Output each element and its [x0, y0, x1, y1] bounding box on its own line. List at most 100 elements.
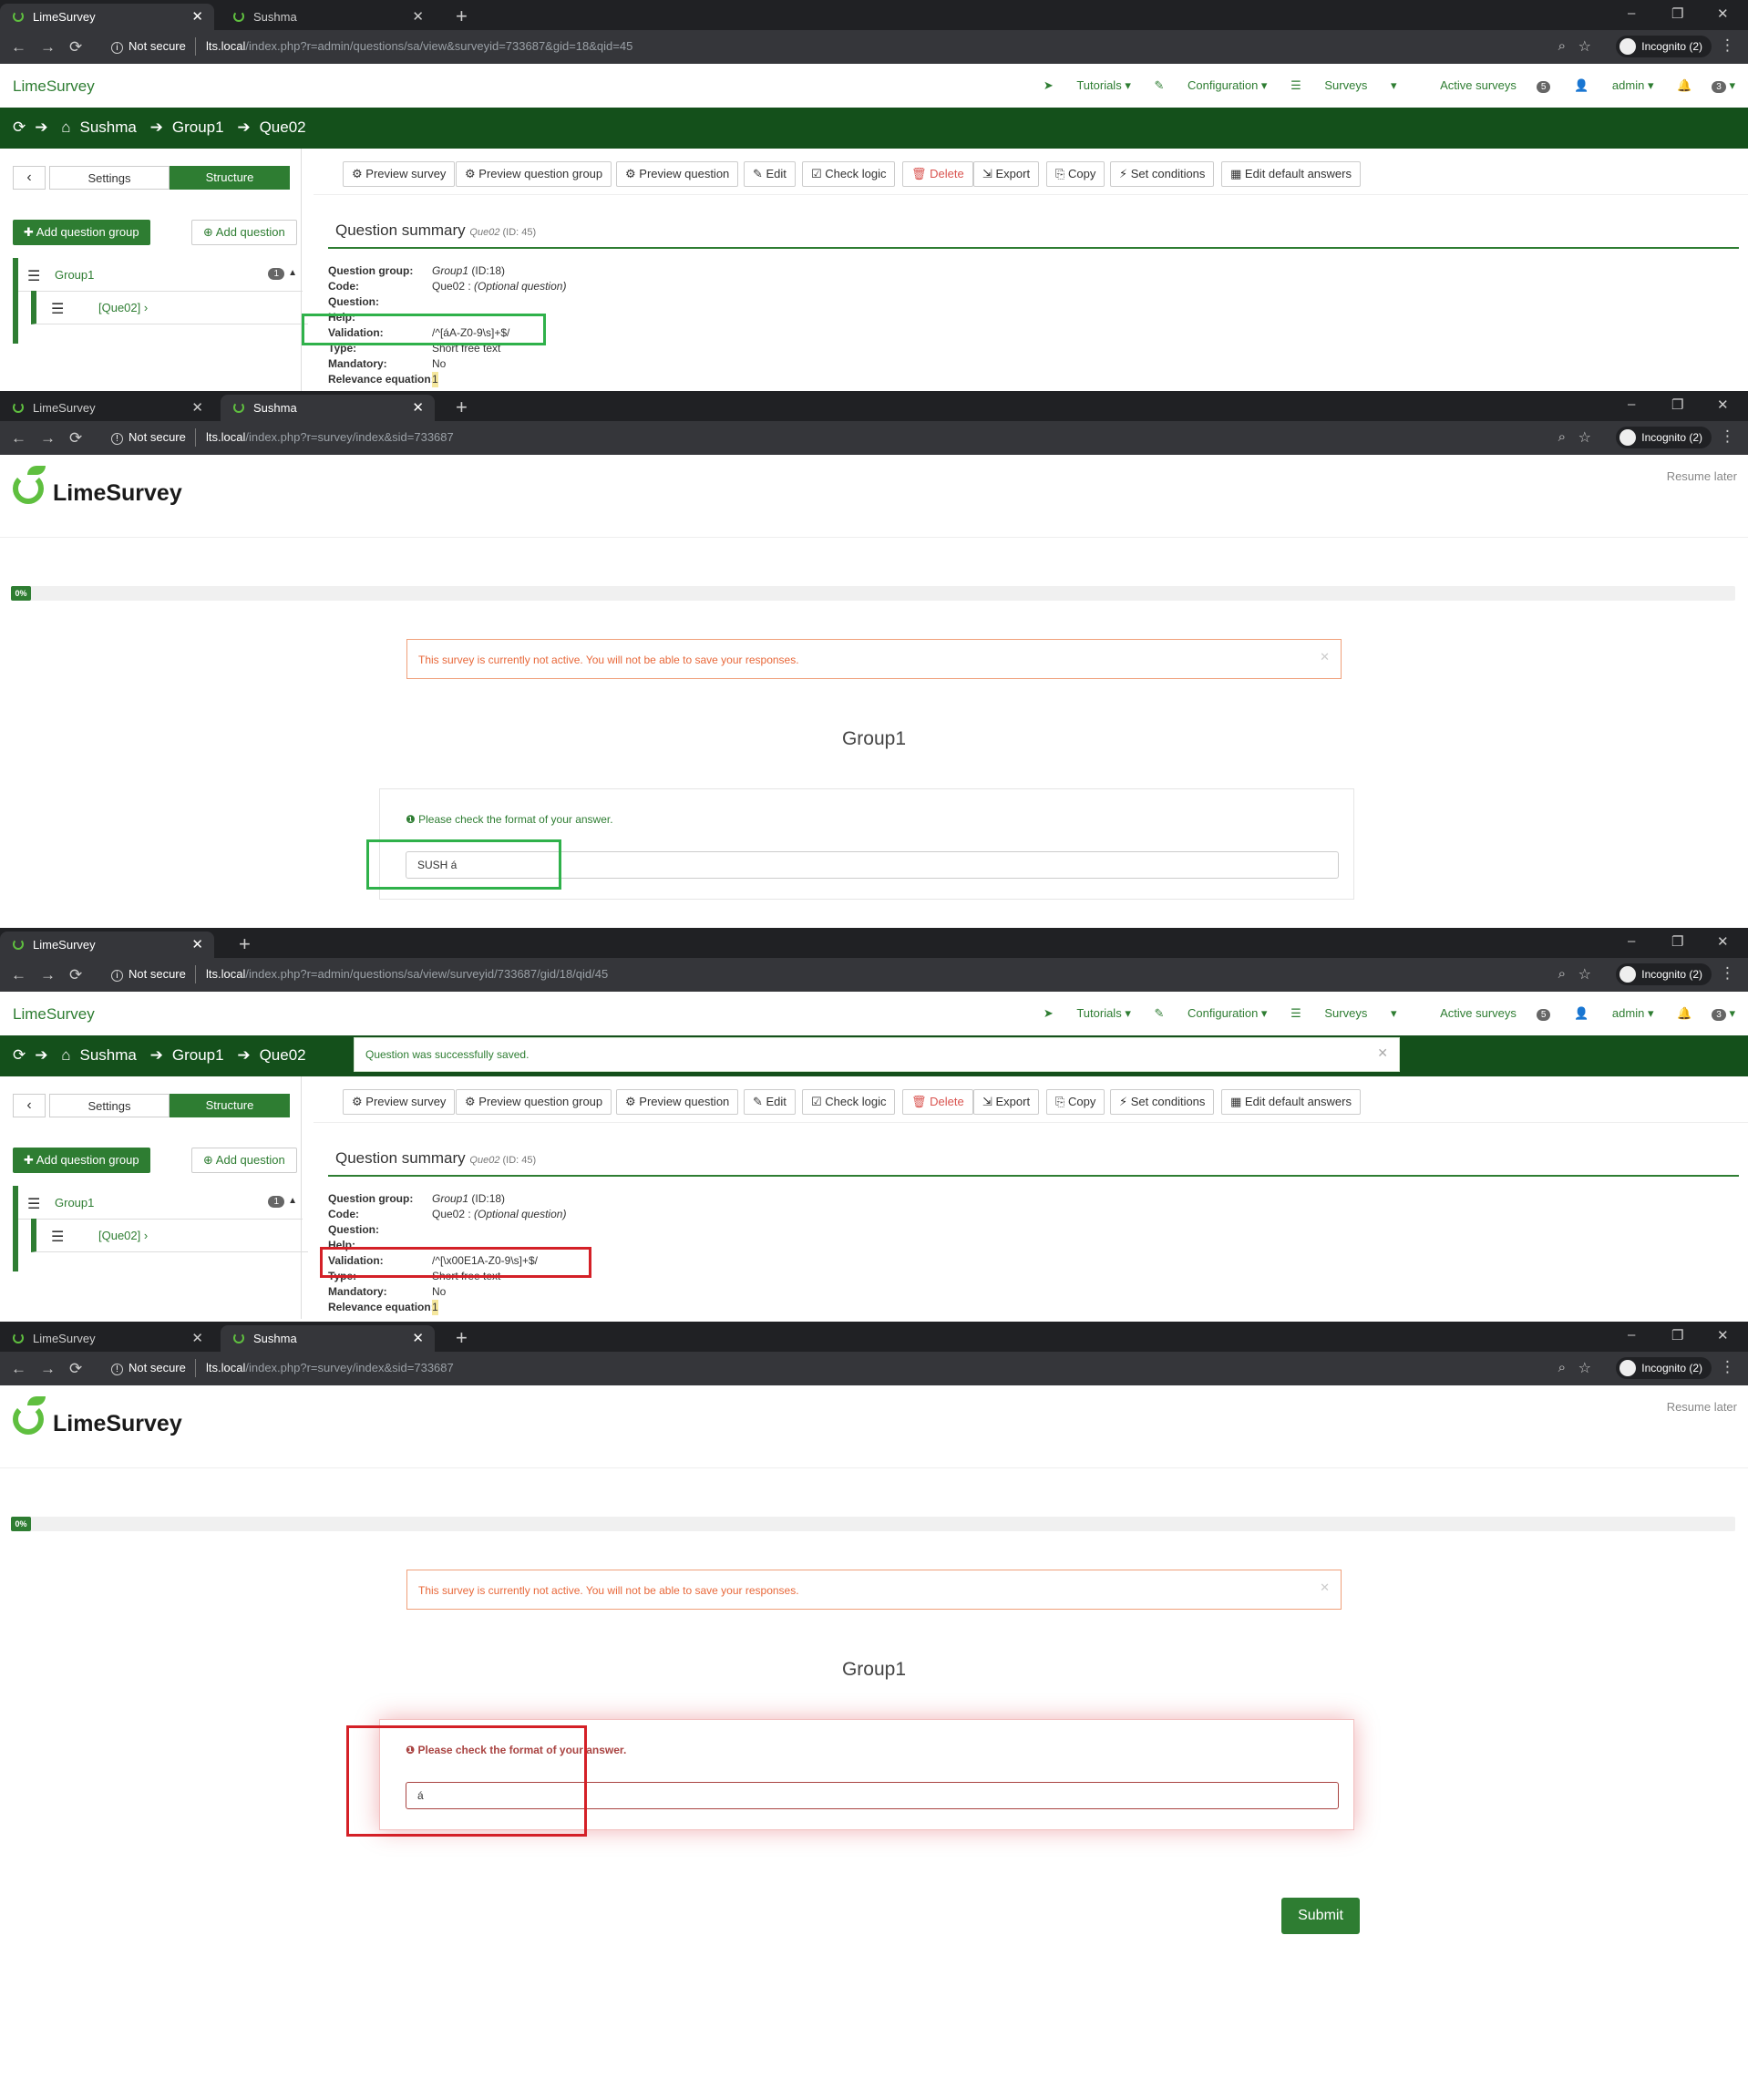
delete-button[interactable]: 🗑 Delete [902, 1089, 973, 1115]
close-tab-icon[interactable]: ✕ [191, 936, 203, 952]
tree-question-item[interactable]: ☰ [Que02] › [31, 291, 308, 324]
close-window-button[interactable]: ✕ [1717, 933, 1729, 950]
reload-icon[interactable]: ⟳ [69, 38, 82, 57]
close-tab-icon[interactable]: ✕ [412, 399, 424, 416]
new-tab-button[interactable]: + [239, 932, 251, 956]
preview-group-button[interactable]: ⚙ Preview question group [456, 161, 612, 187]
check-logic-button[interactable]: ☑ Check logic [802, 161, 896, 187]
forward-arrow-icon[interactable]: → [40, 1360, 56, 1378]
search-icon[interactable]: ⌕ [1558, 966, 1566, 982]
restore-button[interactable]: ❐ [1671, 1327, 1683, 1343]
minimize-button[interactable]: – [1628, 396, 1635, 412]
set-conditions-button[interactable]: ⚡ Set conditions [1110, 1089, 1215, 1115]
menu-caret[interactable]: ▾ [1391, 78, 1397, 92]
incognito-badge[interactable]: Incognito (2) [1616, 427, 1712, 448]
edit-default-answers-button[interactable]: ▦ Edit default answers [1221, 1089, 1361, 1115]
tab-structure[interactable]: Structure [170, 166, 290, 190]
preview-question-button[interactable]: ⚙ Preview question [616, 161, 739, 187]
add-question-group-button[interactable]: ✚ Add question group [13, 220, 150, 245]
copy-button[interactable]: ⎘ Copy [1046, 161, 1105, 187]
tab-sushma[interactable]: Sushma ✕ [221, 1325, 435, 1352]
caret-up-icon[interactable]: ▲ [288, 268, 297, 278]
menu-configuration[interactable]: ✎ Configuration ▾ [1154, 78, 1267, 92]
menu-tutorials[interactable]: ➤ Tutorials ▾ [1044, 78, 1131, 92]
tab-limesurvey[interactable]: LimeSurvey ✕ [0, 1325, 214, 1352]
breadcrumb-group[interactable]: Group1 [172, 118, 224, 136]
security-indicator[interactable]: i Not secure [111, 39, 186, 54]
set-conditions-button[interactable]: ⚡ Set conditions [1110, 161, 1215, 187]
menu-surveys[interactable]: ☰ Surveys [1290, 1006, 1367, 1020]
bookmark-star-icon[interactable]: ☆ [1578, 1359, 1591, 1377]
preview-survey-button[interactable]: ⚙ Preview survey [343, 161, 456, 187]
menu-tutorials[interactable]: ➤ Tutorials ▾ [1044, 1006, 1131, 1020]
restore-button[interactable]: ❐ [1671, 5, 1683, 22]
edit-default-answers-button[interactable]: ▦ Edit default answers [1221, 161, 1361, 187]
add-question-group-button[interactable]: ✚ Add question group [13, 1148, 150, 1173]
collapse-sidebar-button[interactable]: ‹ [13, 166, 46, 190]
close-tab-icon[interactable]: ✕ [412, 8, 424, 25]
back-arrow-icon[interactable]: ← [11, 38, 26, 57]
tab-settings[interactable]: Settings [49, 166, 170, 190]
search-icon[interactable]: ⌕ [1558, 38, 1566, 54]
security-indicator[interactable]: i Not secure [111, 967, 186, 982]
reload-icon[interactable]: ⟳ [69, 1360, 82, 1378]
url-field[interactable]: lts.local/index.php?r=admin/questions/sa… [206, 967, 608, 981]
new-tab-button[interactable]: + [456, 1326, 468, 1350]
limesurvey-logo-icon[interactable]: ⟳ [13, 1046, 26, 1064]
export-button[interactable]: ⇲ Export [973, 161, 1040, 187]
tree-question-item[interactable]: ☰ [Que02] › [31, 1219, 308, 1252]
breadcrumb-group[interactable]: Group1 [172, 1046, 224, 1064]
url-field[interactable]: lts.local/index.php?r=survey/index&sid=7… [206, 1361, 454, 1374]
dismiss-warning-button[interactable]: ✕ [1320, 650, 1330, 664]
tab-limesurvey[interactable]: LimeSurvey ✕ [0, 395, 214, 421]
tree-group-item[interactable]: ☰ Group1 1 ▲ [18, 1186, 303, 1220]
menu-kebab-icon[interactable]: ⋮ [1720, 427, 1735, 446]
resume-later-link[interactable]: Resume later [1667, 469, 1737, 483]
incognito-badge[interactable]: Incognito (2) [1616, 963, 1712, 985]
preview-group-button[interactable]: ⚙ Preview question group [456, 1089, 612, 1115]
resume-later-link[interactable]: Resume later [1667, 1400, 1737, 1414]
breadcrumb-question[interactable]: Que02 [260, 1046, 306, 1064]
minimize-button[interactable]: – [1628, 5, 1635, 21]
minimize-button[interactable]: – [1628, 933, 1635, 949]
drag-handle-icon[interactable]: ☰ [27, 267, 40, 285]
tab-sushma[interactable]: Sushma ✕ [221, 4, 435, 30]
menu-caret[interactable]: ▾ [1391, 1006, 1397, 1020]
bookmark-star-icon[interactable]: ☆ [1578, 37, 1591, 56]
admin-brand[interactable]: LimeSurvey [13, 77, 95, 96]
minimize-button[interactable]: – [1628, 1327, 1635, 1343]
menu-surveys[interactable]: ☰ Surveys [1290, 78, 1367, 92]
tab-structure[interactable]: Structure [170, 1094, 290, 1117]
dismiss-warning-button[interactable]: ✕ [1320, 1580, 1330, 1595]
menu-notifications[interactable]: 🔔 3 ▾ [1677, 1006, 1735, 1021]
add-question-button[interactable]: ⊕ Add question [191, 1148, 297, 1173]
reload-icon[interactable]: ⟳ [69, 966, 82, 984]
drag-handle-icon[interactable]: ☰ [51, 300, 64, 318]
admin-brand[interactable]: LimeSurvey [13, 1005, 95, 1024]
breadcrumb-question[interactable]: Que02 [260, 118, 306, 136]
search-icon[interactable]: ⌕ [1558, 1360, 1566, 1375]
edit-button[interactable]: ✎ Edit [744, 1089, 796, 1115]
close-window-button[interactable]: ✕ [1717, 5, 1729, 22]
edit-button[interactable]: ✎ Edit [744, 161, 796, 187]
close-tab-icon[interactable]: ✕ [191, 8, 203, 25]
caret-up-icon[interactable]: ▲ [288, 1196, 297, 1206]
tab-limesurvey[interactable]: LimeSurvey ✕ [0, 932, 214, 958]
url-field[interactable]: lts.local/index.php?r=survey/index&sid=7… [206, 430, 454, 444]
collapse-sidebar-button[interactable]: ‹ [13, 1094, 46, 1117]
drag-handle-icon[interactable]: ☰ [27, 1195, 40, 1213]
menu-admin[interactable]: 👤 admin ▾ [1574, 78, 1653, 92]
menu-active-surveys[interactable]: Active surveys 5 [1420, 1006, 1551, 1021]
delete-button[interactable]: 🗑 Delete [902, 161, 973, 187]
close-tab-icon[interactable]: ✕ [191, 1330, 203, 1346]
forward-arrow-icon[interactable]: → [40, 429, 56, 448]
url-field[interactable]: lts.local/index.php?r=admin/questions/sa… [206, 39, 632, 53]
restore-button[interactable]: ❐ [1671, 396, 1683, 413]
preview-survey-button[interactable]: ⚙ Preview survey [343, 1089, 456, 1115]
new-tab-button[interactable]: + [456, 5, 468, 28]
bookmark-star-icon[interactable]: ☆ [1578, 965, 1591, 983]
submit-button[interactable]: Submit [1281, 1898, 1360, 1934]
breadcrumb-survey[interactable]: Sushma [80, 1046, 137, 1064]
menu-kebab-icon[interactable]: ⋮ [1720, 36, 1735, 55]
incognito-badge[interactable]: Incognito (2) [1616, 1357, 1712, 1379]
